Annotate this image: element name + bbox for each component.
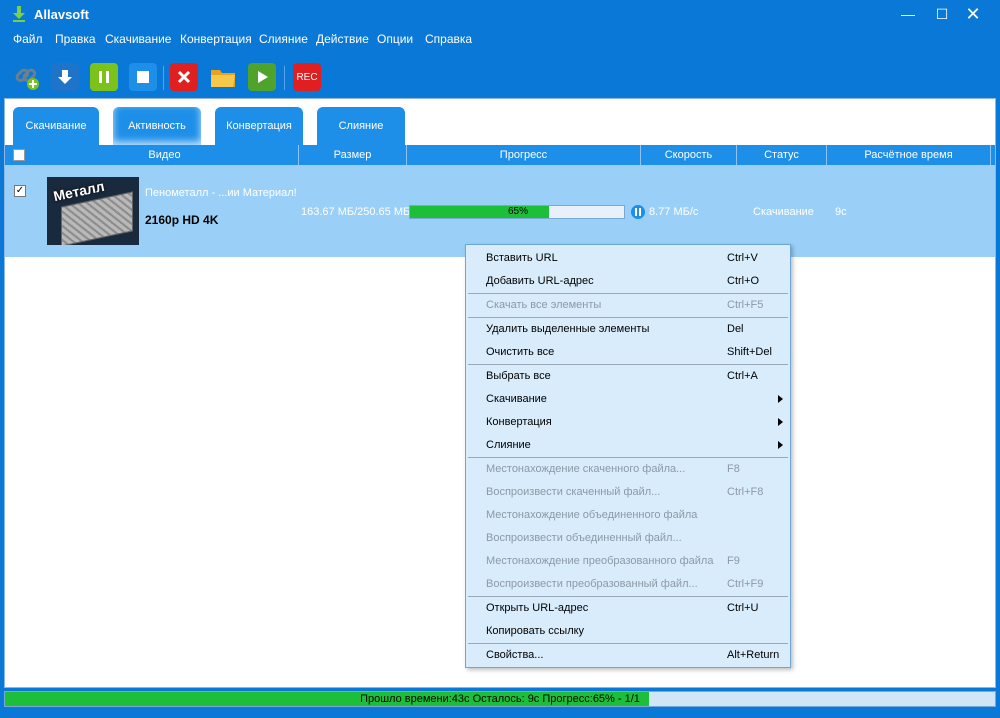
ctx-play-merged: Воспроизвести объединенный файл... [486,532,682,544]
play-icon[interactable] [248,63,276,91]
ctx-play-converted: Воспроизвести преобразованный файл... Ctr… [486,578,764,590]
row-checkbox[interactable]: ✓ [14,185,26,197]
record-icon[interactable]: REC [293,63,321,91]
ctx-locate-downloaded: Местонахождение скаченного файла... F8 [486,463,740,475]
tab-activity[interactable]: Активность [113,107,201,145]
pause-icon[interactable] [90,63,118,91]
menu-convert[interactable]: Конвертация [180,32,252,46]
ctx-select-all[interactable]: Выбрать все Ctrl+A [466,365,790,388]
tab-download[interactable]: Скачивание [13,107,99,145]
tab-convert[interactable]: Конвертация [215,107,303,145]
ctx-add-url[interactable]: Добавить URL-адрес Ctrl+O [466,270,790,293]
title-bar: Allavsoft — ☐ ✕ [0,0,1000,28]
pause-icon[interactable] [631,205,645,219]
ctx-play-downloaded: Воспроизвести скаченный файл... Ctrl+F8 [486,486,764,498]
status-bar: Прошло времени:43с Осталось: 9с Прогресс… [4,691,996,707]
ctx-properties[interactable]: Свойства... Alt+Return [466,644,790,667]
ctx-download-submenu[interactable]: Скачивание [466,388,790,411]
menu-bar: Файл Правка Скачивание Конвертация Слиян… [0,28,1000,50]
tab-bar: Скачивание Активность Конвертация Слияни… [5,99,995,145]
minimize-button[interactable]: — [893,4,923,24]
col-progress[interactable]: Прогресс [407,145,641,165]
maximize-button[interactable]: ☐ [927,4,957,24]
select-all-checkbox[interactable] [13,149,25,161]
ctx-convert-submenu[interactable]: Конвертация [466,411,790,434]
progress-bar: 65% [409,205,625,219]
status-text: Прошло времени:43с Осталось: 9с Прогресс… [360,693,640,705]
close-button[interactable]: ✕ [958,4,988,24]
stop-icon[interactable] [129,63,157,91]
eta-value: 9с [835,206,847,218]
col-status[interactable]: Статус [737,145,827,165]
ctx-download-all: Скачать все элементы Ctrl+F5 [486,299,764,311]
menu-edit[interactable]: Правка [55,32,96,46]
submenu-arrow-icon [778,418,783,426]
video-quality: 2160p HD 4K [145,213,219,227]
ctx-merge-submenu[interactable]: Слияние [466,434,790,457]
ctx-paste-url[interactable]: Вставить URL Ctrl+V [466,247,790,270]
col-size[interactable]: Размер [299,145,407,165]
delete-icon[interactable] [170,63,198,91]
col-speed[interactable]: Скорость [641,145,737,165]
toolbar: REC [0,54,1000,98]
menu-merge[interactable]: Слияние [259,32,308,46]
column-header: Видео Размер Прогресс Скорость Статус Ра… [5,145,995,165]
submenu-arrow-icon [778,395,783,403]
menu-options[interactable]: Опции [377,32,413,46]
ctx-open-url[interactable]: Открыть URL-адрес Ctrl+U [466,597,790,620]
col-eta[interactable]: Расчётное время [827,145,991,165]
ctx-clear-all[interactable]: Очистить все Shift+Del [466,341,790,364]
menu-action[interactable]: Действие [316,32,369,46]
menu-file[interactable]: Файл [13,32,43,46]
tab-merge[interactable]: Слияние [317,107,405,145]
ctx-locate-merged: Местонахождение объединенного файла [486,509,698,521]
context-menu: Вставить URL Ctrl+V Добавить URL-адрес Ctr… [465,244,791,668]
ctx-delete-selected[interactable]: Удалить выделенные элементы Del [466,318,790,341]
window-title: Allavsoft [34,7,89,22]
open-folder-icon[interactable] [209,63,237,91]
menu-help[interactable]: Справка [425,32,472,46]
toolbar-separator [284,66,285,90]
col-video[interactable]: Видео [31,145,299,165]
submenu-arrow-icon [778,441,783,449]
menu-download[interactable]: Скачивание [105,32,171,46]
video-title: Пенометалл - ...ии Материал! [145,187,297,199]
status-value: Скачивание [753,206,814,218]
speed-value: 8.77 МБ/с [649,206,699,218]
app-logo-icon [13,6,25,22]
size-value: 163.67 МБ/250.65 МБ [301,206,411,218]
download-icon[interactable] [51,63,79,91]
ctx-locate-converted: Местонахождение преобразованного файла F9 [486,555,740,567]
add-link-icon[interactable] [12,63,40,91]
progress-label: 65% [507,206,528,217]
toolbar-separator [163,66,164,90]
video-thumbnail: Металл [47,177,139,245]
ctx-copy-link[interactable]: Копировать ссылку [466,620,790,643]
